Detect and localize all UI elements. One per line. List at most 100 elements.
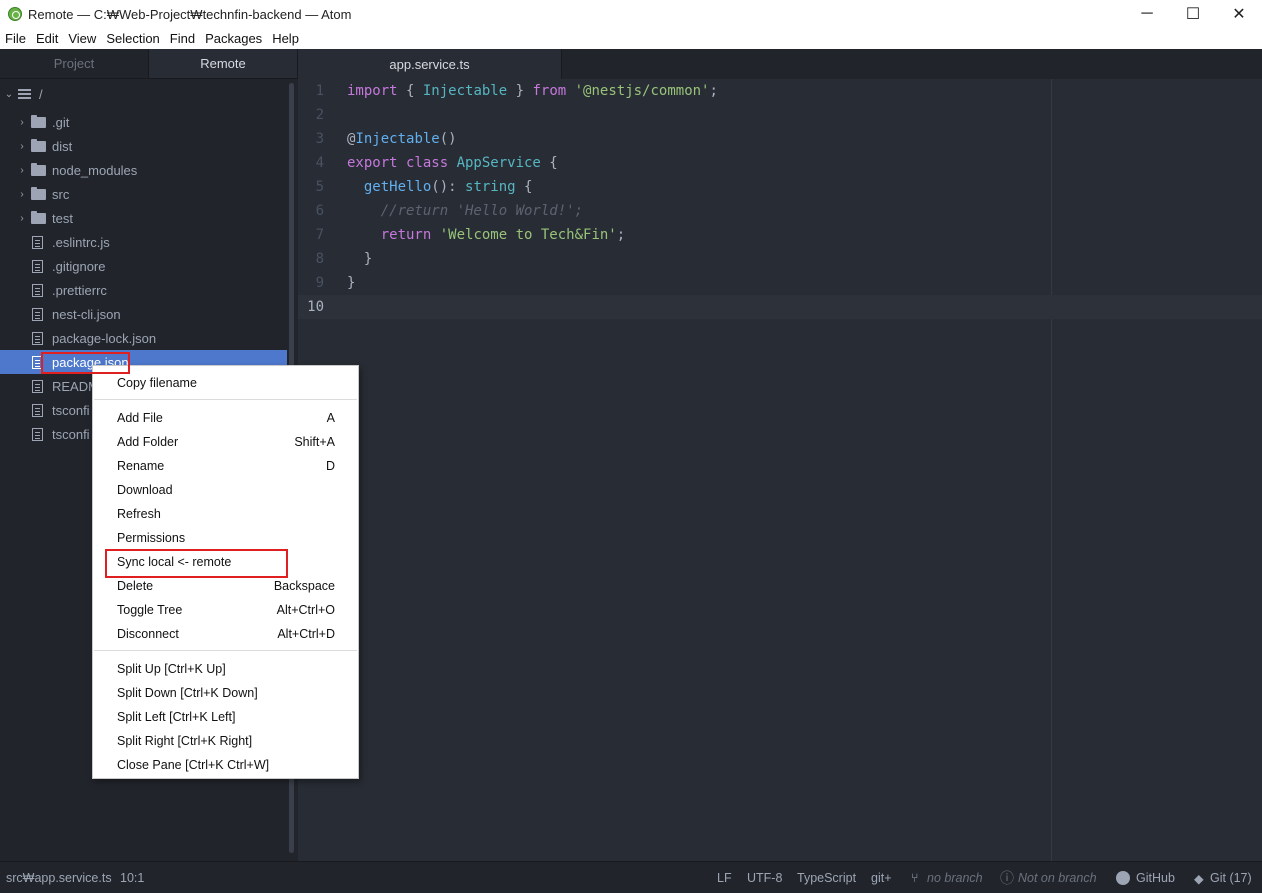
status-git[interactable]: Git (17)	[1210, 862, 1252, 893]
status-encoding[interactable]: UTF-8	[747, 862, 782, 893]
git-icon: ◆	[1194, 871, 1204, 886]
tab-app-service[interactable]: app.service.ts	[298, 49, 562, 79]
menu-download[interactable]: Download	[93, 478, 358, 502]
code-line-cursor: 10	[298, 295, 1262, 319]
status-line-ending[interactable]: LF	[717, 862, 732, 893]
file-icon	[32, 403, 43, 417]
tab-remote[interactable]: Remote	[149, 49, 298, 78]
menu-packages[interactable]: Packages	[200, 31, 267, 46]
status-git-plus[interactable]: git+	[871, 862, 892, 893]
menu-split-left[interactable]: Split Left [Ctrl+K Left]	[93, 705, 358, 729]
status-cursor-position[interactable]: 10:1	[120, 862, 144, 893]
menu-find[interactable]: Find	[165, 31, 200, 46]
line-number: 1	[315, 83, 324, 99]
code-line: 5 getHello (): string {	[298, 175, 1262, 199]
status-github[interactable]: GitHub	[1136, 862, 1175, 893]
file-icon	[32, 307, 43, 321]
line-number: 2	[315, 107, 324, 123]
folder-icon	[31, 114, 46, 128]
maximize-button[interactable]: ☐	[1170, 0, 1216, 28]
menu-add-folder[interactable]: Add Folder Shift+A	[93, 430, 358, 454]
folder-icon	[31, 162, 46, 176]
menu-toggle-tree[interactable]: Toggle Tree Alt+Ctrl+O	[93, 598, 358, 622]
menu-file[interactable]: File	[0, 31, 31, 46]
status-grammar[interactable]: TypeScript	[797, 862, 856, 893]
chevron-down-icon: ⌄	[4, 88, 14, 100]
close-button[interactable]: ✕	[1216, 0, 1262, 28]
tree-item-label: test	[52, 210, 73, 226]
tree-item-label: tsconfi	[52, 426, 90, 442]
code-line: 7 return 'Welcome to Tech&Fin';	[298, 223, 1262, 247]
menu-copy-filename[interactable]: Copy filename	[93, 371, 358, 395]
tree-item-label: .prettierrc	[52, 282, 107, 298]
menu-bar: File Edit View Selection Find Packages H…	[0, 28, 1262, 49]
line-number: 8	[315, 251, 324, 267]
chevron-right-icon: ›	[20, 140, 24, 152]
window-title: Remote — C:₩Web-Project₩technfin-backend…	[28, 6, 352, 22]
tree-item-label: tsconfi	[52, 402, 90, 418]
code-line: 9}	[298, 271, 1262, 295]
file-icon	[32, 427, 43, 441]
tree-item-label: node_modules	[52, 162, 138, 178]
status-branch[interactable]: no branch	[927, 862, 983, 893]
menu-edit[interactable]: Edit	[31, 31, 63, 46]
title-bar: Remote — C:₩Web-Project₩technfin-backend…	[0, 0, 1262, 28]
chevron-right-icon: ›	[20, 116, 24, 128]
github-icon	[1116, 862, 1130, 893]
file-icon	[32, 259, 43, 273]
tree-folder-dist[interactable]: › dist	[0, 134, 287, 158]
menu-add-file[interactable]: Add File A	[93, 406, 358, 430]
tree-item-label: .gitignore	[52, 258, 106, 274]
menu-separator	[94, 399, 357, 400]
tab-project[interactable]: Project	[0, 49, 149, 78]
tree-folder-node-modules[interactable]: › node_modules	[0, 158, 287, 182]
line-number: 4	[315, 155, 324, 171]
tree-item-label: dist	[52, 138, 73, 154]
tree-file-eslintrc[interactable]: .eslintrc.js	[0, 230, 287, 254]
menu-separator	[94, 650, 357, 651]
chevron-right-icon: ›	[20, 212, 24, 224]
menu-close-pane[interactable]: Close Pane [Ctrl+K Ctrl+W]	[93, 753, 358, 777]
tree-file-package-lock[interactable]: package-lock.json	[0, 326, 287, 350]
menu-help[interactable]: Help	[267, 31, 304, 46]
code-line: 3 @ Injectable()	[298, 127, 1262, 151]
tree-file-gitignore[interactable]: .gitignore	[0, 254, 287, 278]
line-number: 9	[315, 275, 324, 291]
tree-item-label: .git	[52, 114, 70, 130]
code-editor[interactable]: 1 import { Injectable } from '@nestjs/com…	[298, 79, 1262, 319]
minimize-button[interactable]: ─	[1124, 0, 1170, 28]
atom-logo-icon	[8, 7, 22, 21]
tree-item-label: package-lock.json	[52, 330, 157, 346]
tree-file-prettierrc[interactable]: .prettierrc	[0, 278, 287, 302]
folder-icon	[31, 186, 46, 200]
annotation-highlight-package-json	[41, 352, 130, 374]
tree-item-label: src	[52, 186, 70, 202]
status-not-on-branch[interactable]: Not on branch	[1018, 862, 1097, 893]
editor-pane: app.service.ts 1 import { Injectable } fr…	[298, 49, 1262, 861]
server-icon	[18, 88, 31, 100]
menu-selection[interactable]: Selection	[101, 31, 164, 46]
tree-folder-git[interactable]: › .git	[0, 110, 287, 134]
menu-view[interactable]: View	[63, 31, 101, 46]
tree-tab-bar: Project Remote	[0, 49, 298, 79]
file-icon	[32, 331, 43, 345]
menu-split-down[interactable]: Split Down [Ctrl+K Down]	[93, 681, 358, 705]
menu-disconnect[interactable]: Disconnect Alt+Ctrl+D	[93, 622, 358, 646]
tree-folder-src[interactable]: › src	[0, 182, 287, 206]
file-icon	[32, 235, 43, 249]
tree-file-nest-cli[interactable]: nest-cli.json	[0, 302, 287, 326]
menu-rename[interactable]: Rename D	[93, 454, 358, 478]
line-number: 10	[307, 299, 324, 315]
tree-folder-test[interactable]: › test	[0, 206, 287, 230]
branch-icon: ⑂	[911, 871, 919, 885]
menu-refresh[interactable]: Refresh	[93, 502, 358, 526]
file-icon	[32, 283, 43, 297]
tree-root[interactable]: ⌄ /	[0, 83, 290, 105]
code-line: 2	[298, 103, 1262, 127]
status-file-path[interactable]: src₩app.service.ts	[6, 862, 112, 893]
menu-split-right[interactable]: Split Right [Ctrl+K Right]	[93, 729, 358, 753]
menu-split-up[interactable]: Split Up [Ctrl+K Up]	[93, 657, 358, 681]
status-bar: src₩app.service.ts 10:1 LF UTF-8 TypeScr…	[0, 861, 1262, 893]
alert-icon: ⓘ	[1000, 870, 1014, 886]
menu-permissions[interactable]: Permissions	[93, 526, 358, 550]
